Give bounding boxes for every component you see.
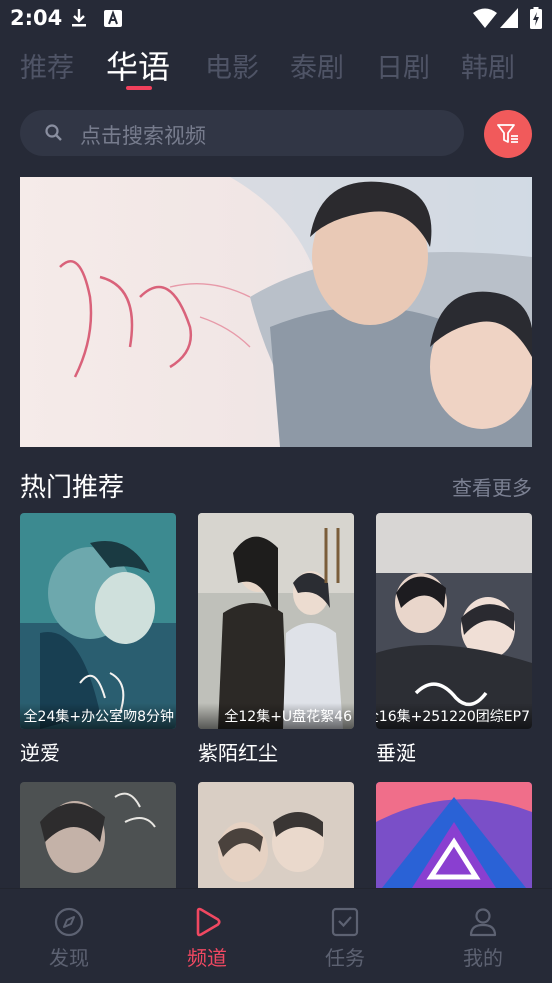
user-icon xyxy=(469,908,497,937)
drama-card[interactable]: 全12集+U盘花絮46 紫陌红尘 xyxy=(198,513,354,766)
status-time: 2:04 xyxy=(10,6,63,30)
poster-image xyxy=(20,782,176,888)
nav-profile[interactable]: 我的 xyxy=(438,907,528,971)
nav-label: 频道 xyxy=(187,946,227,970)
poster-image xyxy=(198,513,354,729)
poster-image xyxy=(376,513,532,729)
poster-image xyxy=(376,782,532,888)
download-icon xyxy=(72,9,86,27)
drama-card[interactable]: 全24集+办公室吻8分钟 逆爱 xyxy=(20,513,176,766)
nav-discover[interactable]: 发现 xyxy=(24,907,114,971)
search-placeholder: 点击搜索视频 xyxy=(80,124,206,148)
notification-app-icon xyxy=(104,10,122,27)
task-checklist-icon xyxy=(331,907,359,937)
drama-title: 逆爱 xyxy=(20,741,60,765)
drama-poster[interactable] xyxy=(198,782,354,888)
drama-title: 紫陌红尘 xyxy=(198,741,278,765)
drama-poster[interactable] xyxy=(20,782,176,888)
see-more-link[interactable]: 查看更多 xyxy=(452,472,532,501)
drama-card[interactable]: 全16集+251220团综EP7 垂涎 xyxy=(376,513,532,766)
banner-image xyxy=(20,177,532,447)
search-icon xyxy=(45,124,62,141)
filter-icon xyxy=(497,124,518,143)
tab-thai-drama[interactable]: 泰剧 xyxy=(290,46,344,85)
nav-label: 任务 xyxy=(325,946,365,970)
tab-chinese[interactable]: 华语 xyxy=(106,42,170,88)
poster-image xyxy=(198,782,354,888)
search-input[interactable]: 点击搜索视频 xyxy=(20,110,464,156)
episode-info: 全16集+251220团综EP7 xyxy=(376,709,530,725)
drama-poster: 全12集+U盘花絮46 xyxy=(198,513,354,729)
filter-button[interactable] xyxy=(484,110,532,158)
signal-icon xyxy=(500,8,518,28)
nav-label: 发现 xyxy=(49,946,89,970)
drama-poster: 全16集+251220团综EP7 xyxy=(376,513,532,729)
nav-tasks[interactable]: 任务 xyxy=(300,907,390,971)
tab-movies[interactable]: 电影 xyxy=(205,46,259,85)
compass-icon xyxy=(54,907,84,937)
drama-title: 垂涎 xyxy=(376,741,416,765)
active-tab-indicator xyxy=(126,86,152,90)
nav-channels[interactable]: 频道 xyxy=(162,907,252,971)
category-tabs: 推荐 华语 电影 泰剧 日剧 韩剧 xyxy=(0,40,552,92)
app-screen: 2:04 推荐 华语 电影 泰剧 日剧 韩剧 点击搜索视频 热门推荐 查看更多 … xyxy=(0,0,552,983)
tab-recommend[interactable]: 推荐 xyxy=(20,46,74,85)
status-bar: 2:04 xyxy=(0,0,552,36)
episode-info: 全24集+办公室吻8分钟 xyxy=(23,709,174,725)
nav-label: 我的 xyxy=(463,946,503,970)
play-icon xyxy=(196,907,221,937)
drama-poster: 全24集+办公室吻8分钟 xyxy=(20,513,176,729)
featured-banner[interactable] xyxy=(20,177,532,447)
wifi-icon xyxy=(473,8,497,28)
tab-japanese-drama[interactable]: 日剧 xyxy=(376,46,430,85)
tab-korean-drama[interactable]: 韩剧 xyxy=(461,46,515,85)
section-title: 热门推荐 xyxy=(20,473,125,503)
battery-charging-icon xyxy=(530,7,542,29)
drama-poster[interactable] xyxy=(376,782,532,888)
poster-image xyxy=(20,513,176,729)
bottom-navigation: 发现 频道 任务 我的 xyxy=(0,888,552,983)
episode-info: 全12集+U盘花絮46 xyxy=(224,709,352,725)
